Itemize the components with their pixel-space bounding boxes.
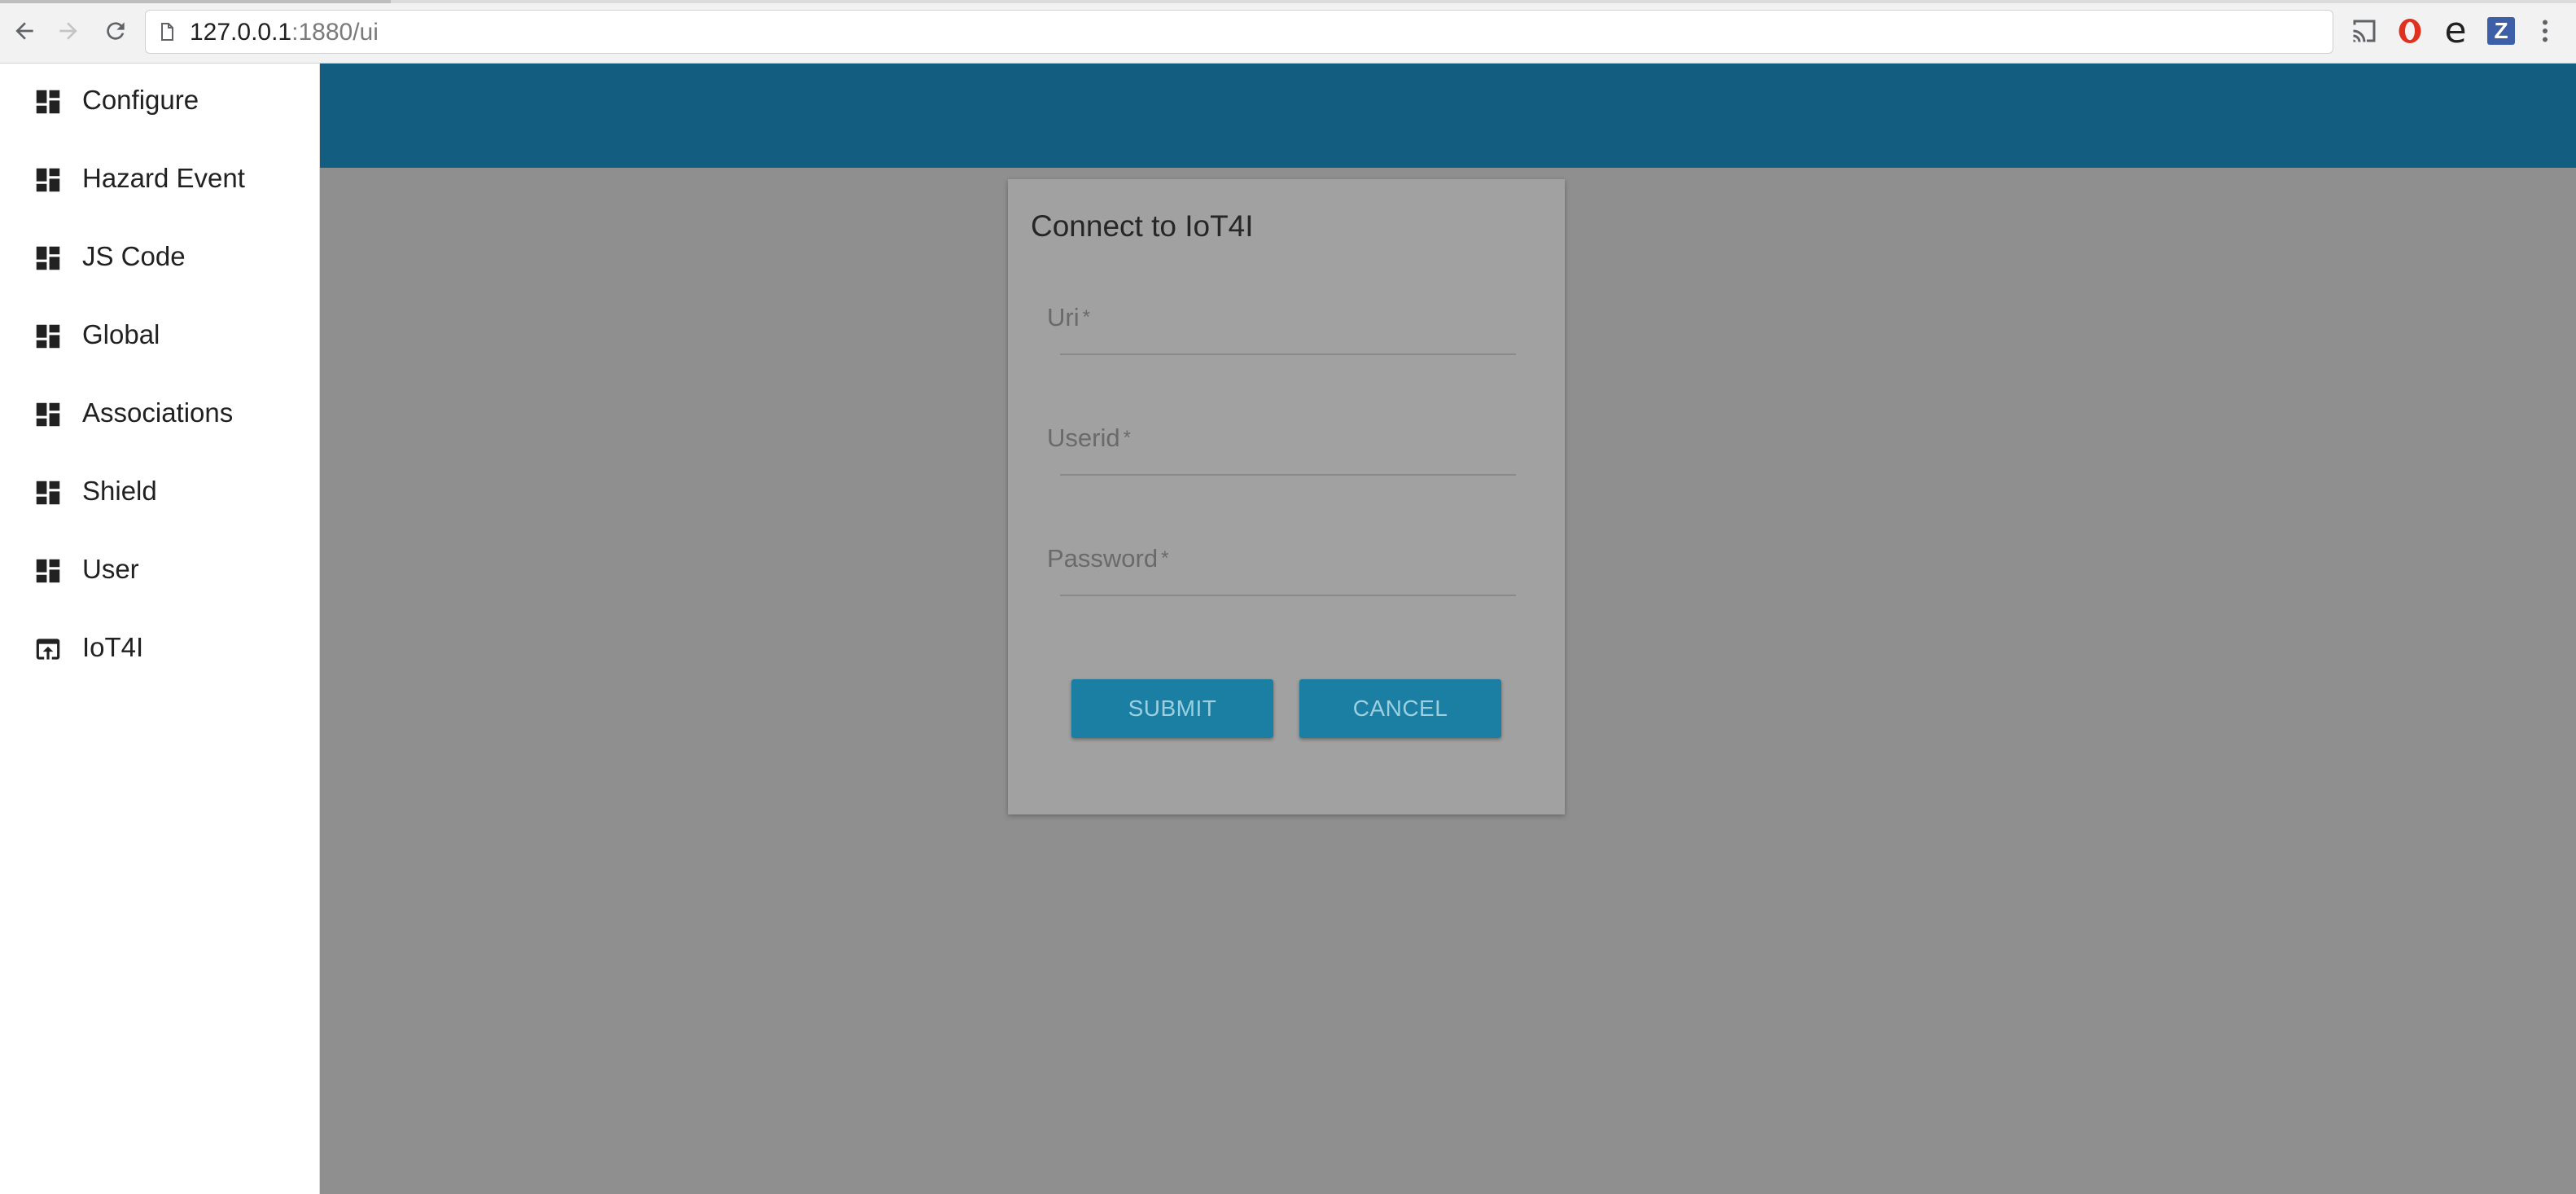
dashboard-icon [33,86,64,117]
page-icon [161,23,173,41]
password-input[interactable] [1047,542,1539,583]
e-extension-glyph: e [2444,10,2467,51]
sidebar-item-label: IoT4I [82,632,144,662]
sidebar-item-global[interactable]: Global [0,298,319,376]
url-host: 127.0.0.1 [190,19,292,46]
password-underline [1060,595,1516,596]
url-path: :1880/ui [291,19,379,46]
sidebar-item-label: Configure [82,85,199,115]
dashboard-icon [33,399,64,430]
sidebar-item-label: Global [82,319,160,349]
cancel-button[interactable]: CANCEL [1299,679,1501,738]
e-extension-icon[interactable]: e [2439,10,2472,51]
open-in-browser-icon [33,634,64,665]
userid-input[interactable] [1047,422,1539,463]
sidebar-item-label: Associations [82,397,234,428]
url-text[interactable]: 127.0.0.1:1880/ui [190,19,379,46]
dashboard-icon [33,165,64,195]
app-toolbar [320,64,2576,168]
sidebar-item-label: User [82,554,139,584]
sidebar-item-user[interactable]: User [0,533,319,611]
dialog-title: Connect to IoT4I [1031,209,1254,243]
submit-button[interactable]: SUBMIT [1071,679,1273,738]
connect-dialog: Connect to IoT4I Uri * Userid * Password * … [1008,179,1565,814]
dashboard-icon [33,477,64,508]
z-extension-glyph: Z [2487,17,2515,45]
address-bar[interactable]: 127.0.0.1:1880/ui [145,10,2333,54]
arrow-left-icon[interactable] [7,13,42,49]
sidebar-item-shield[interactable]: Shield [0,454,319,533]
uri-field[interactable]: Uri * [1047,301,1539,375]
sidebar-item-hazard-event[interactable]: Hazard Event [0,142,319,220]
userid-underline [1060,474,1516,476]
z-extension-icon[interactable]: Z [2485,15,2517,47]
sidebar-item-label: Hazard Event [82,163,245,193]
userid-field[interactable]: Userid * [1047,422,1539,495]
arrow-right-icon[interactable] [50,13,86,49]
dashboard-icon [33,243,64,274]
active-tab-edge[interactable] [0,0,391,3]
sidebar-item-configure[interactable]: Configure [0,64,319,142]
sidebar-item-associations[interactable]: Associations [0,376,319,454]
uri-underline [1060,353,1516,355]
browser-toolbar: 127.0.0.1:1880/ui e Z [0,0,2576,64]
sidebar-item-iot4i[interactable]: IoT4I [0,611,319,689]
sidebar: Configure Hazard Event JS Code Global As… [0,64,320,1194]
opera-icon[interactable] [2394,15,2426,47]
cast-icon[interactable] [2348,15,2381,47]
sidebar-item-label: JS Code [82,241,186,271]
uri-input[interactable] [1047,301,1539,342]
kebab-menu-icon[interactable] [2529,15,2561,47]
password-field[interactable]: Password * [1047,542,1539,616]
reload-icon[interactable] [98,13,134,49]
sidebar-item-label: Shield [82,476,157,506]
dashboard-icon [33,321,64,352]
dashboard-icon [33,555,64,586]
sidebar-item-js-code[interactable]: JS Code [0,220,319,298]
